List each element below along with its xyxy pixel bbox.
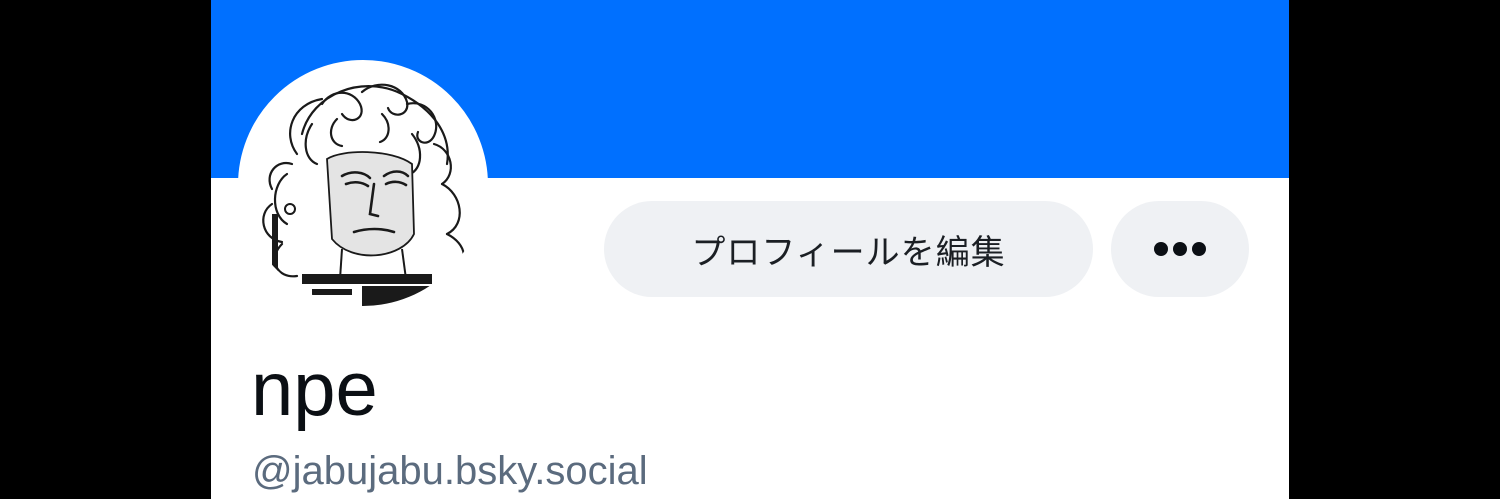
edit-profile-label: プロフィールを編集 xyxy=(691,232,1006,273)
more-options-button[interactable] xyxy=(1111,201,1249,297)
profile-handle: @jabujabu.bsky.social xyxy=(252,449,648,493)
edit-profile-button[interactable]: プロフィールを編集 xyxy=(604,201,1093,297)
avatar-illustration-icon xyxy=(242,64,484,306)
avatar[interactable] xyxy=(238,60,488,310)
ellipsis-icon xyxy=(1154,242,1206,256)
profile-screen: プロフィールを編集 npe @jabujabu.bsky.social xyxy=(211,0,1289,499)
letterbox-frame: プロフィールを編集 npe @jabujabu.bsky.social xyxy=(0,0,1500,499)
display-name: npe xyxy=(251,347,378,432)
